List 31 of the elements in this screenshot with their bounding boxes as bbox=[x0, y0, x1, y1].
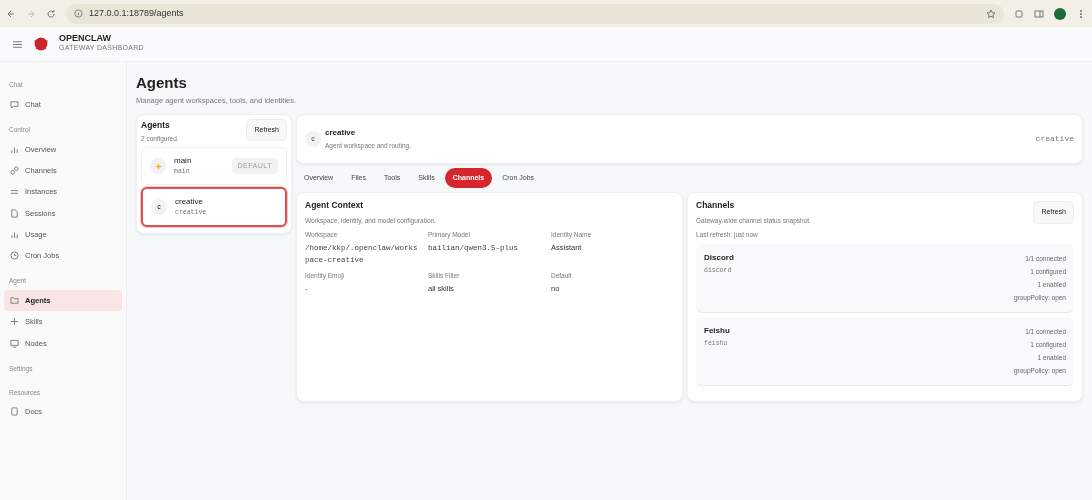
menu-icon[interactable] bbox=[12, 38, 23, 50]
agent-name: main bbox=[174, 155, 192, 168]
plus-icon bbox=[10, 317, 19, 327]
card-title: Channels bbox=[696, 199, 736, 212]
folder-icon bbox=[10, 296, 19, 306]
star-icon[interactable] bbox=[986, 8, 996, 19]
reload-icon[interactable] bbox=[46, 8, 56, 19]
sidebar-icon[interactable] bbox=[1034, 8, 1044, 19]
agent-id: creative bbox=[1035, 132, 1074, 145]
monitor-icon bbox=[10, 338, 19, 348]
channel-name: Feishu bbox=[704, 324, 730, 337]
back-icon[interactable] bbox=[6, 8, 16, 19]
profile-avatar[interactable] bbox=[1054, 7, 1066, 20]
page-title: Agents bbox=[136, 73, 188, 93]
document-icon bbox=[10, 208, 19, 218]
channel-name: Discord bbox=[704, 251, 734, 264]
brand-name: OPENCLAW bbox=[59, 34, 112, 44]
link-icon bbox=[10, 166, 19, 176]
sparkle-icon bbox=[153, 161, 163, 171]
agent-name: creative bbox=[325, 126, 357, 139]
chat-icon bbox=[10, 99, 19, 109]
clock-icon bbox=[10, 251, 19, 261]
url-text: 127.0.0.1:18789/agents bbox=[89, 6, 184, 20]
card-title: Agent Context bbox=[305, 199, 365, 212]
info-icon bbox=[74, 9, 83, 18]
forward-icon[interactable] bbox=[26, 8, 36, 19]
lines-icon bbox=[10, 187, 19, 197]
logo-icon bbox=[33, 36, 49, 52]
panel-title: Agents bbox=[141, 118, 171, 132]
address-bar[interactable]: 127.0.0.1:18789/agents bbox=[66, 3, 1004, 24]
agent-name: creative bbox=[175, 196, 204, 208]
